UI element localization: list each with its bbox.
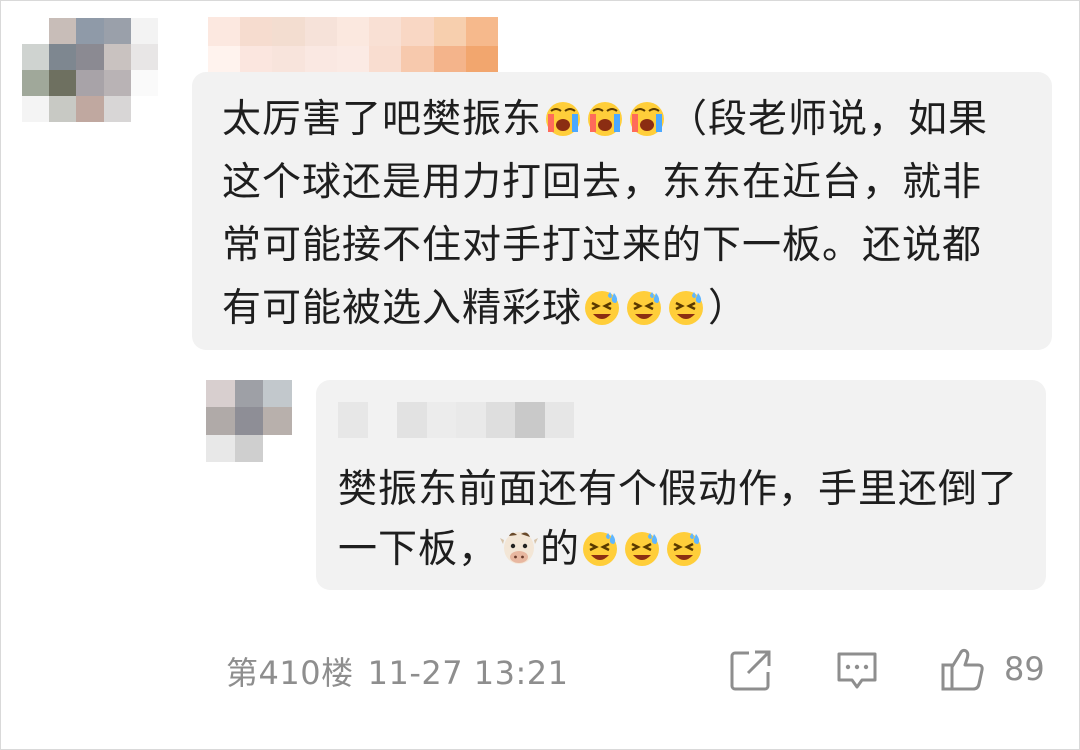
comment-icon[interactable]: [835, 648, 879, 692]
laughing-sweat-face-icon: [667, 287, 707, 327]
laughing-sweat-face-icon: [625, 287, 665, 327]
username-redacted[interactable]: [208, 17, 498, 75]
timestamp: 11-27 13:21: [367, 654, 569, 692]
crying-face-icon: [585, 98, 625, 138]
laughing-sweat-face-icon: [581, 528, 621, 568]
reply-text-part-2: 的: [540, 527, 581, 572]
crying-face-icon: [627, 98, 667, 138]
comment-text-part-3: ）: [708, 286, 749, 331]
reply-username-redacted[interactable]: [338, 402, 574, 438]
avatar[interactable]: [22, 18, 158, 122]
share-icon[interactable]: [729, 648, 773, 692]
comment-meta: 第410楼 11-27 13:21: [226, 648, 568, 694]
comment-text: 太厉害了吧樊振东 （段老师说，如果这个球还是用力打回去，东东在近台，就非常可能接不…: [222, 88, 1012, 340]
laughing-sweat-face-icon: [583, 287, 623, 327]
reply-avatar[interactable]: [206, 380, 292, 462]
reply-text: 樊振东前面还有个假动作，手里还倒了一下板，的: [338, 460, 1028, 580]
laughing-sweat-face-icon: [623, 528, 663, 568]
thumbs-up-icon[interactable]: [940, 646, 986, 692]
like-count: 89: [1004, 650, 1045, 688]
crying-face-icon: [543, 98, 583, 138]
comment-text-part-1: 太厉害了吧樊振东: [222, 97, 543, 142]
cow-face-icon: [499, 528, 539, 568]
floor-number: 第410楼: [226, 654, 354, 692]
laughing-sweat-face-icon: [665, 528, 705, 568]
